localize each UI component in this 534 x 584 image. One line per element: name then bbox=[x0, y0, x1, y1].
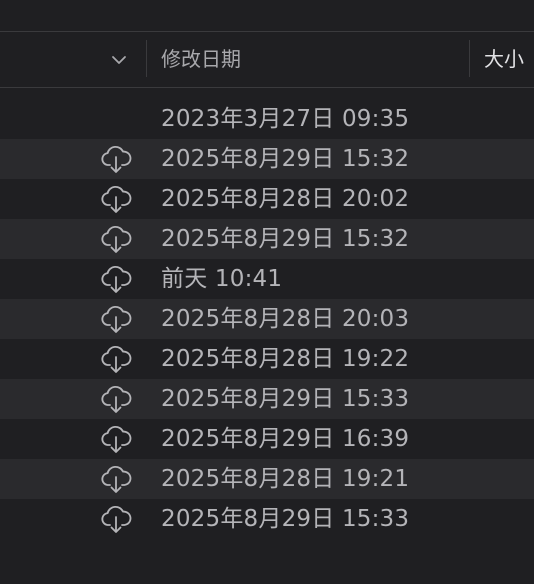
list-item[interactable]: 2025年8月29日 16:39 bbox=[0, 419, 534, 459]
cloud-download-icon[interactable] bbox=[99, 384, 133, 414]
date-modified-cell: 2025年8月29日 15:32 bbox=[161, 146, 410, 172]
date-modified-cell: 2025年8月29日 16:39 bbox=[161, 426, 410, 452]
list-item[interactable]: 2025年8月29日 15:32 bbox=[0, 139, 534, 179]
toolbar-strip bbox=[0, 0, 534, 32]
cloud-download-icon[interactable] bbox=[99, 464, 133, 494]
date-modified-cell: 2025年8月29日 15:32 bbox=[161, 226, 410, 252]
column-separator[interactable] bbox=[146, 40, 147, 77]
cloud-download-icon[interactable] bbox=[99, 504, 133, 534]
cloud-download-icon[interactable] bbox=[99, 144, 133, 174]
date-modified-cell: 2025年8月29日 15:33 bbox=[161, 506, 410, 532]
list-item[interactable]: 2025年8月28日 19:21 bbox=[0, 459, 534, 499]
date-modified-cell: 2025年8月28日 20:02 bbox=[161, 186, 410, 212]
cloud-download-icon[interactable] bbox=[99, 184, 133, 214]
cloud-download-icon[interactable] bbox=[99, 344, 133, 374]
date-modified-cell: 2023年3月27日 09:35 bbox=[161, 106, 410, 132]
cloud-download-icon[interactable] bbox=[99, 264, 133, 294]
list-item[interactable]: 2025年8月28日 20:03 bbox=[0, 299, 534, 339]
list-item[interactable]: 2025年8月29日 15:32 bbox=[0, 219, 534, 259]
size-column-header[interactable]: 大小 bbox=[484, 46, 524, 72]
list-item[interactable]: 2025年8月28日 20:02 bbox=[0, 179, 534, 219]
file-list: 2023年3月27日 09:35 2025年8月29日 15:32 2025年8… bbox=[0, 99, 534, 539]
list-item[interactable]: 2025年8月28日 19:22 bbox=[0, 339, 534, 379]
cloud-download-icon[interactable] bbox=[99, 224, 133, 254]
chevron-down-icon[interactable] bbox=[109, 50, 129, 70]
date-modified-cell: 2025年8月28日 19:22 bbox=[161, 346, 410, 372]
list-item[interactable]: 2023年3月27日 09:35 bbox=[0, 99, 534, 139]
cloud-download-icon[interactable] bbox=[99, 424, 133, 454]
list-item[interactable]: 2025年8月29日 15:33 bbox=[0, 379, 534, 419]
column-header: 修改日期 大小 bbox=[0, 32, 534, 88]
column-separator[interactable] bbox=[469, 40, 470, 77]
date-modified-cell: 2025年8月28日 19:21 bbox=[161, 466, 410, 492]
list-item[interactable]: 2025年8月29日 15:33 bbox=[0, 499, 534, 539]
list-item[interactable]: 前天 10:41 bbox=[0, 259, 534, 299]
date-modified-column-header[interactable]: 修改日期 bbox=[161, 46, 241, 72]
list-empty-area bbox=[0, 539, 534, 584]
date-modified-cell: 2025年8月29日 15:33 bbox=[161, 386, 410, 412]
date-modified-cell: 前天 10:41 bbox=[161, 266, 283, 292]
date-modified-cell: 2025年8月28日 20:03 bbox=[161, 306, 410, 332]
cloud-download-icon[interactable] bbox=[99, 304, 133, 334]
